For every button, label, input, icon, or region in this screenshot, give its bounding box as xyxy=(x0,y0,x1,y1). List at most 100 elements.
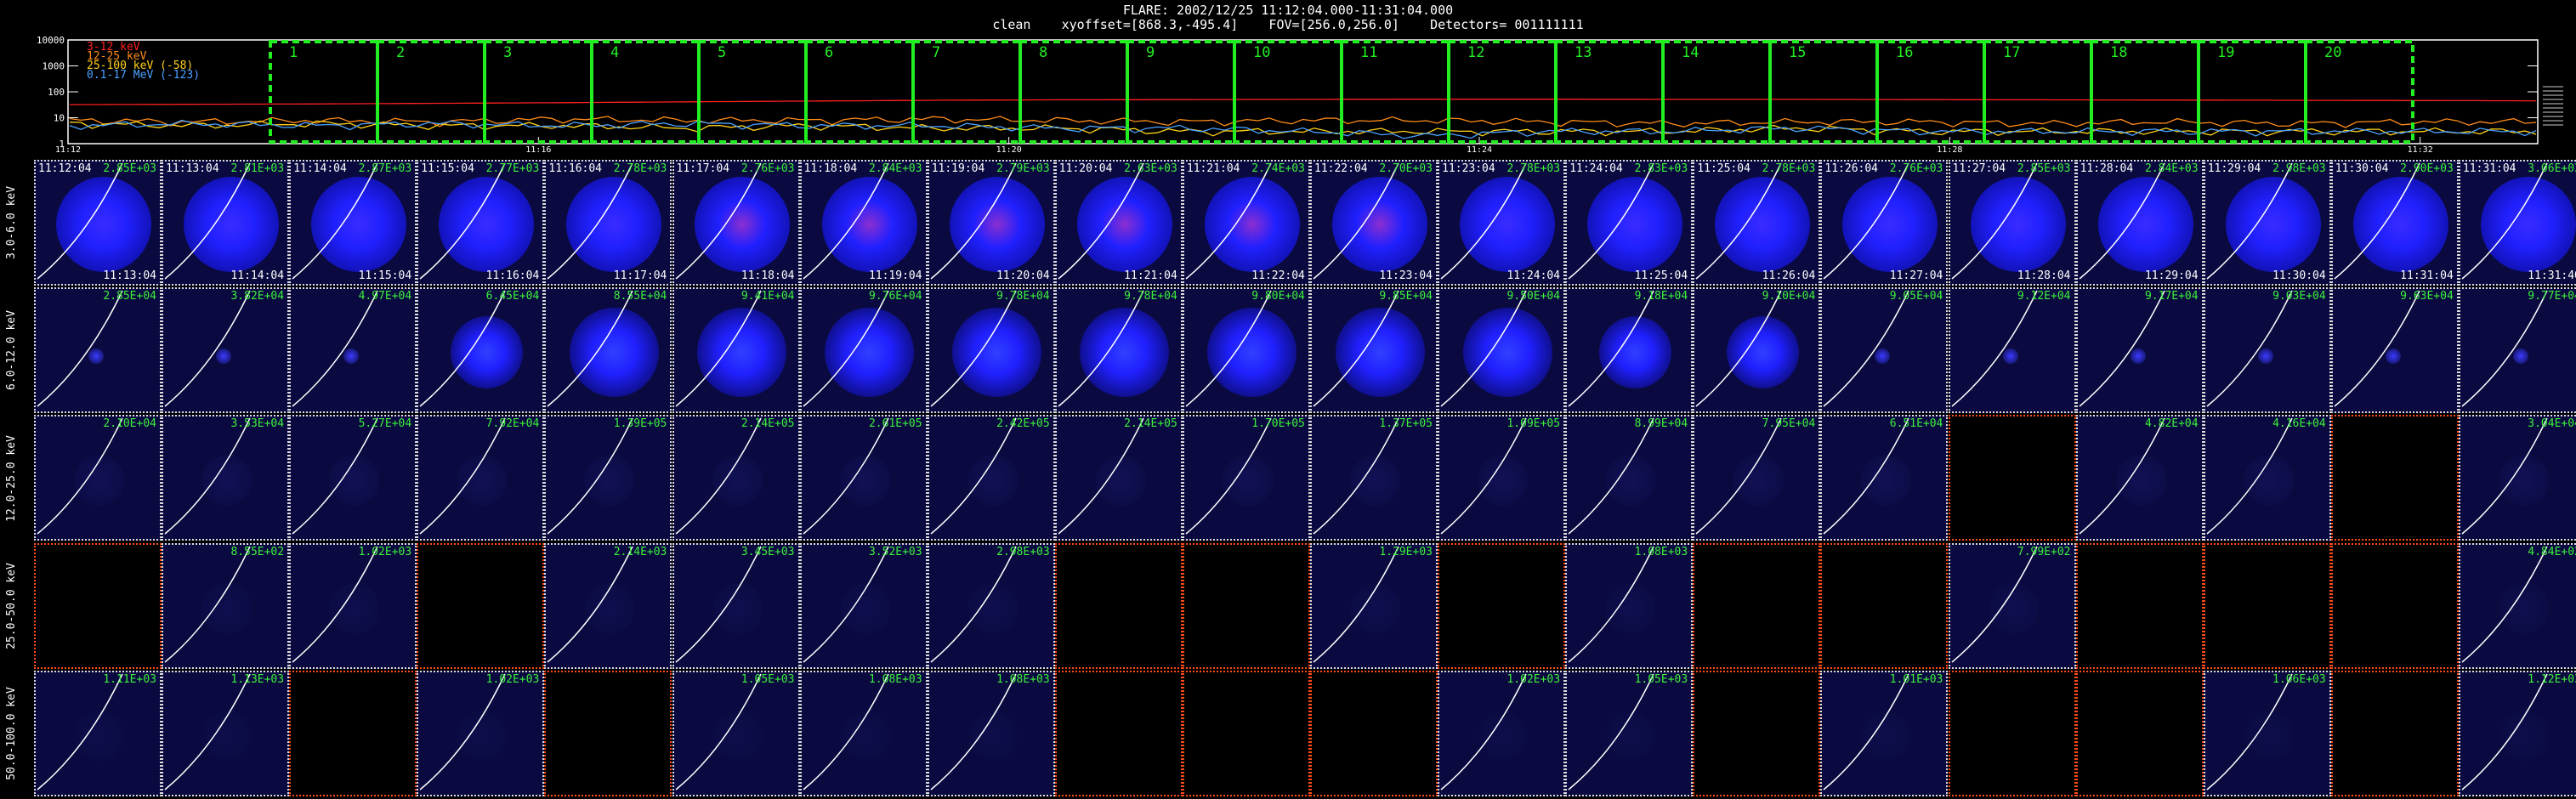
image-cell[interactable] xyxy=(1310,670,1438,796)
image-cell[interactable] xyxy=(544,670,672,796)
image-cell[interactable] xyxy=(1054,542,1183,669)
image-cell[interactable]: 3.82E+04 xyxy=(162,287,290,414)
image-cell[interactable]: 1.37E+05 xyxy=(1310,415,1438,541)
image-cell[interactable]: 7.92E+04 xyxy=(417,415,545,541)
image-cell[interactable] xyxy=(1182,542,1310,669)
image-cell[interactable]: 9.18E+04 xyxy=(1565,287,1694,414)
image-cell[interactable]: 3.04E+04 xyxy=(2458,415,2576,541)
image-cell[interactable]: 9.10E+04 xyxy=(1693,287,1821,414)
image-cell[interactable]: 1.29E+03 xyxy=(1310,542,1438,669)
image-cell[interactable]: 9.80E+04 xyxy=(1182,287,1310,414)
image-cell[interactable]: 9.78E+04 xyxy=(927,287,1055,414)
image-cell[interactable]: 7.95E+04 xyxy=(1693,415,1821,541)
image-cell[interactable]: 8.55E+04 xyxy=(544,287,672,414)
image-cell[interactable] xyxy=(2330,542,2459,669)
image-cell[interactable]: 9.05E+04 xyxy=(1820,287,1949,414)
image-cell[interactable]: 2.77E+03 11:15:04 11:16:04 xyxy=(417,160,545,286)
image-cell[interactable] xyxy=(1054,670,1183,796)
image-cell[interactable]: 4.16E+04 xyxy=(2203,415,2331,541)
image-cell[interactable]: 9.41E+04 xyxy=(672,287,800,414)
image-cell[interactable]: 2.87E+03 11:14:04 11:15:04 xyxy=(289,160,417,286)
image-cell[interactable]: 3.45E+03 xyxy=(672,542,800,669)
image-cell[interactable]: 9.03E+04 xyxy=(2203,287,2331,414)
image-cell[interactable] xyxy=(289,670,417,796)
image-cell[interactable]: 5.27E+04 xyxy=(289,415,417,541)
image-cell[interactable]: 4.84E+02 xyxy=(2458,542,2576,669)
image-cell[interactable]: 1.06E+03 xyxy=(2203,670,2331,796)
image-cell[interactable]: 2.63E+03 11:20:04 11:21:04 xyxy=(1054,160,1183,286)
image-cell[interactable]: 2.85E+03 11:27:04 11:28:04 xyxy=(1948,160,2076,286)
image-cell[interactable] xyxy=(2075,670,2204,796)
image-cell[interactable]: 9.12E+04 xyxy=(1948,287,2076,414)
image-cell[interactable]: 8.55E+02 xyxy=(162,542,290,669)
image-cell[interactable]: 3.52E+03 xyxy=(799,542,928,669)
image-cell[interactable]: 9.63E+04 xyxy=(2330,287,2459,414)
image-cell[interactable] xyxy=(417,542,545,669)
image-cell[interactable]: 7.99E+02 xyxy=(1948,542,2076,669)
image-cell[interactable]: 9.17E+04 xyxy=(2075,287,2204,414)
image-cell[interactable]: 1.08E+03 xyxy=(1565,542,1694,669)
image-cell[interactable]: 9.78E+04 xyxy=(1054,287,1183,414)
image-cell[interactable]: 2.79E+03 11:19:04 11:20:04 xyxy=(927,160,1055,286)
image-cell[interactable]: 1.09E+05 xyxy=(1438,415,1566,541)
image-cell[interactable]: 1.02E+03 xyxy=(417,670,545,796)
image-cell[interactable]: 2.14E+05 xyxy=(672,415,800,541)
image-cell[interactable]: 1.08E+03 xyxy=(799,670,928,796)
image-cell[interactable]: 9.77E+04 xyxy=(2458,287,2576,414)
image-cell[interactable]: 2.61E+05 xyxy=(799,415,928,541)
image-cell[interactable]: 9.76E+04 xyxy=(799,287,928,414)
image-cell[interactable]: 6.45E+04 xyxy=(417,287,545,414)
image-cell[interactable] xyxy=(1948,415,2076,541)
image-cell[interactable]: 9.85E+04 xyxy=(1310,287,1438,414)
image-cell[interactable]: 2.10E+04 xyxy=(34,415,162,541)
image-cell[interactable]: 1.01E+03 xyxy=(1820,670,1949,796)
image-cell[interactable]: 4.82E+04 xyxy=(2075,415,2204,541)
image-cell[interactable]: 1.05E+03 xyxy=(672,670,800,796)
image-cell[interactable]: 2.90E+03 11:30:04 11:31:04 xyxy=(2330,160,2459,286)
image-cell[interactable] xyxy=(2203,542,2331,669)
image-cell[interactable]: 3.06E+03 11:31:04 11:31:40 xyxy=(2458,160,2576,286)
image-cell[interactable]: 2.81E+03 11:13:04 11:14:04 xyxy=(162,160,290,286)
image-cell[interactable] xyxy=(1693,542,1821,669)
image-cell[interactable] xyxy=(1693,670,1821,796)
image-cell[interactable] xyxy=(2330,670,2459,796)
image-cell[interactable]: 3.53E+04 xyxy=(162,415,290,541)
image-cell[interactable] xyxy=(2330,415,2459,541)
image-cell[interactable]: 2.84E+03 11:18:04 11:19:04 xyxy=(799,160,928,286)
image-cell[interactable]: 2.84E+03 11:28:04 11:29:04 xyxy=(2075,160,2204,286)
image-cell[interactable]: 1.11E+03 xyxy=(34,670,162,796)
image-cell[interactable]: 2.98E+03 xyxy=(927,542,1055,669)
image-cell[interactable]: 2.78E+03 11:25:04 11:26:04 xyxy=(1693,160,1821,286)
image-cell[interactable]: 1.05E+03 xyxy=(1565,670,1694,796)
image-cell[interactable]: 2.74E+03 11:21:04 11:22:04 xyxy=(1182,160,1310,286)
image-cell[interactable]: 1.12E+03 xyxy=(2458,670,2576,796)
image-cell[interactable]: 1.70E+05 xyxy=(1182,415,1310,541)
image-cell[interactable]: 1.02E+03 xyxy=(289,542,417,669)
image-cell[interactable] xyxy=(34,542,162,669)
image-cell[interactable] xyxy=(1182,670,1310,796)
image-cell[interactable]: 1.08E+03 xyxy=(927,670,1055,796)
image-cell[interactable] xyxy=(1948,670,2076,796)
image-cell[interactable]: 2.85E+03 11:12:04 11:13:04 xyxy=(34,160,162,286)
image-cell[interactable]: 2.98E+03 11:29:04 11:30:04 xyxy=(2203,160,2331,286)
image-cell[interactable]: 4.97E+04 xyxy=(289,287,417,414)
image-cell[interactable]: 2.78E+03 11:16:04 11:17:04 xyxy=(544,160,672,286)
image-cell[interactable]: 2.76E+03 11:17:04 11:18:04 xyxy=(672,160,800,286)
image-cell[interactable]: 9.50E+04 xyxy=(1438,287,1566,414)
image-cell[interactable]: 8.99E+04 xyxy=(1565,415,1694,541)
image-cell[interactable] xyxy=(1820,542,1949,669)
image-cell[interactable]: 6.51E+04 xyxy=(1820,415,1949,541)
image-cell[interactable]: 2.85E+04 xyxy=(34,287,162,414)
image-cell[interactable]: 2.83E+03 11:24:04 11:25:04 xyxy=(1565,160,1694,286)
image-cell[interactable] xyxy=(2075,542,2204,669)
image-cell[interactable]: 1.39E+05 xyxy=(544,415,672,541)
image-cell[interactable]: 1.02E+03 xyxy=(1438,670,1566,796)
image-cell[interactable] xyxy=(1438,542,1566,669)
image-cell[interactable]: 1.13E+03 xyxy=(162,670,290,796)
image-cell[interactable]: 2.42E+05 xyxy=(927,415,1055,541)
image-cell[interactable]: 2.14E+05 xyxy=(1054,415,1183,541)
image-cell[interactable]: 2.14E+03 xyxy=(544,542,672,669)
image-cell[interactable]: 2.76E+03 11:26:04 11:27:04 xyxy=(1820,160,1949,286)
image-cell[interactable]: 2.78E+03 11:23:04 11:24:04 xyxy=(1438,160,1566,286)
image-cell[interactable]: 2.70E+03 11:22:04 11:23:04 xyxy=(1310,160,1438,286)
